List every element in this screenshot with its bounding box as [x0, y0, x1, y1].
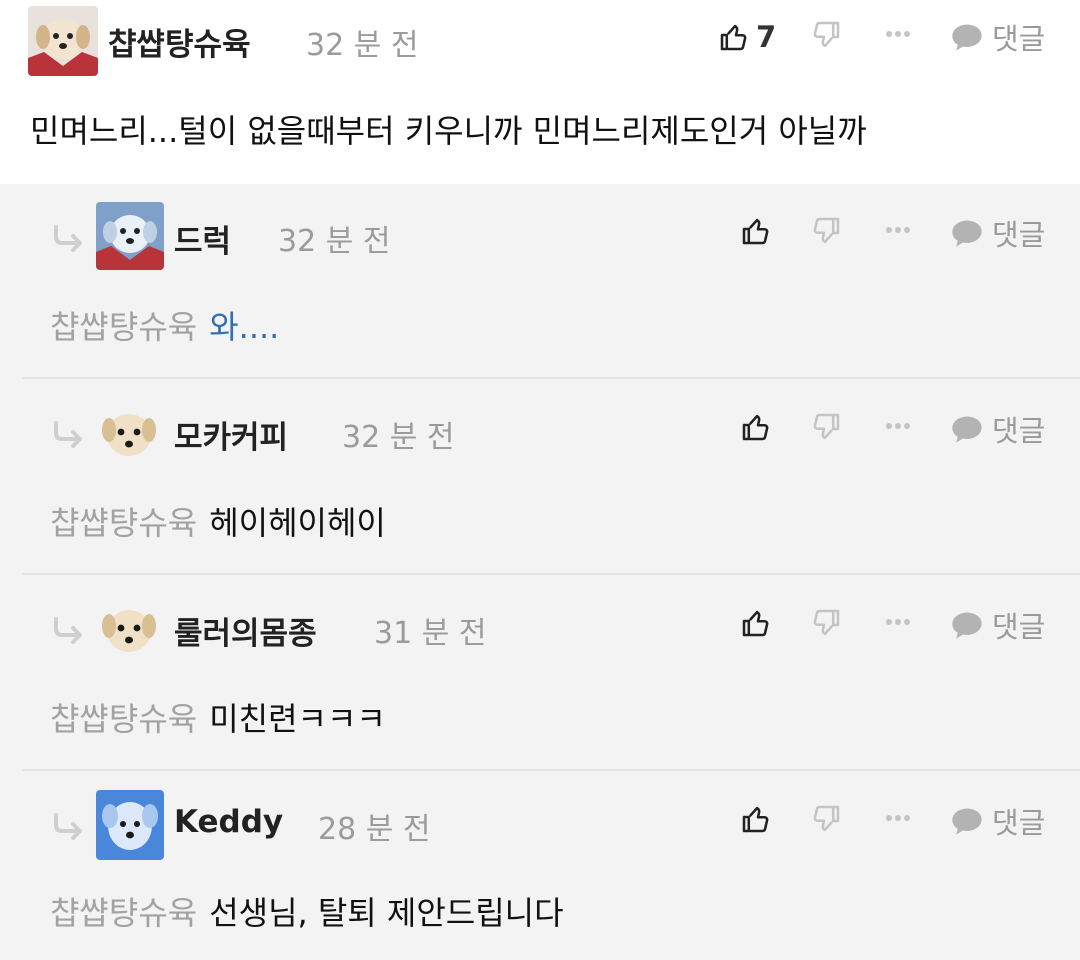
more-dots-icon: [886, 619, 910, 625]
dislike-button[interactable]: [810, 607, 842, 647]
like-button[interactable]: 7: [718, 17, 776, 57]
reply-content[interactable]: 와....: [209, 308, 279, 346]
reply-label: 댓글: [992, 414, 1046, 448]
like-button[interactable]: [740, 411, 772, 451]
more-dots-icon: [886, 423, 910, 429]
timestamp: 28 분 전: [318, 812, 431, 847]
thumbs-up-icon: [740, 803, 772, 835]
reply-item: 드럭 32 분 전 댓글 챱썁턍슈육 와....: [0, 196, 1080, 346]
reply-button[interactable]: 댓글: [950, 409, 1045, 449]
thumbs-down-icon: [810, 215, 842, 247]
more-button[interactable]: [884, 416, 912, 456]
username[interactable]: 룰러의몸종: [174, 608, 317, 653]
like-button[interactable]: [740, 607, 772, 647]
mention[interactable]: 챱썁턍슈육: [50, 894, 197, 932]
thumbs-down-icon: [810, 607, 842, 639]
reply-button[interactable]: 댓글: [950, 605, 1045, 645]
reply-label: 댓글: [992, 22, 1046, 56]
reply-arrow-icon: [52, 420, 86, 448]
reply-text: 챱썁턍슈육 헤이헤이헤이: [50, 498, 386, 544]
thumbs-up-icon: [718, 21, 750, 53]
speech-bubble-icon: [950, 413, 984, 445]
dislike-button[interactable]: [810, 215, 842, 255]
timestamp: 31 분 전: [374, 616, 487, 651]
thumbs-up-icon: [740, 607, 772, 639]
more-button[interactable]: [884, 220, 912, 260]
more-button[interactable]: [884, 24, 912, 64]
more-button[interactable]: [884, 808, 912, 848]
more-dots-icon: [886, 227, 910, 233]
comment-text: 민며느리...털이 없을때부터 키우니까 민며느리제도인거 아닐까: [30, 112, 867, 150]
reply-content: 헤이헤이헤이: [209, 504, 386, 542]
reply-item: 룰러의몸종 31 분 전 댓글 챱썁턍슈육 미친련ㅋㅋㅋ: [0, 588, 1080, 738]
reply-label: 댓글: [992, 218, 1046, 252]
speech-bubble-icon: [950, 217, 984, 249]
avatar[interactable]: [98, 598, 160, 660]
reply-content: 미친련ㅋㅋㅋ: [209, 700, 386, 738]
thumbs-down-icon: [810, 19, 842, 51]
dislike-button[interactable]: [810, 803, 842, 843]
speech-bubble-icon: [950, 805, 984, 837]
timestamp: 32 분 전: [278, 224, 391, 259]
reply-item: 모카커피 32 분 전 댓글 챱썁턍슈육 헤이헤이헤이: [0, 392, 1080, 542]
dislike-button[interactable]: [810, 411, 842, 451]
divider: [22, 573, 1080, 575]
avatar[interactable]: [96, 202, 164, 270]
more-dots-icon: [886, 815, 910, 821]
avatar[interactable]: [96, 790, 164, 860]
mention[interactable]: 챱썁턍슈육: [50, 308, 197, 346]
username[interactable]: Keddy: [174, 804, 283, 840]
thumbs-up-icon: [740, 411, 772, 443]
reply-label: 댓글: [992, 806, 1046, 840]
reply-arrow-icon: [52, 224, 86, 252]
reply-text: 챱썁턍슈육 선생님, 탈퇴 제안드립니다: [50, 888, 564, 934]
reply-arrow-icon: [52, 616, 86, 644]
thumbs-up-icon: [740, 215, 772, 247]
speech-bubble-icon: [950, 609, 984, 641]
reply-button[interactable]: 댓글: [950, 213, 1045, 253]
like-count: 7: [756, 20, 777, 54]
divider: [22, 377, 1080, 379]
reply-arrow-icon: [52, 812, 86, 840]
reply-text: 챱썁턍슈육 미친련ㅋㅋㅋ: [50, 694, 386, 740]
reply-label: 댓글: [992, 610, 1046, 644]
reply-content: 선생님, 탈퇴 제안드립니다: [209, 894, 564, 932]
timestamp: 32 분 전: [342, 420, 455, 455]
reply-button[interactable]: 댓글: [950, 801, 1045, 841]
reply-text: 챱썁턍슈육 와....: [50, 302, 279, 348]
timestamp: 32 분 전: [306, 28, 419, 63]
reply-button[interactable]: 댓글: [950, 17, 1045, 57]
like-button[interactable]: [740, 803, 772, 843]
mention[interactable]: 챱썁턍슈육: [50, 700, 197, 738]
reply-item: Keddy 28 분 전 댓글 챱썁턍슈육 선생님, 탈퇴 제안드립니다: [0, 784, 1080, 932]
username[interactable]: 드럭: [174, 216, 231, 261]
comment-item: 챱썁턍슈육 32 분 전 7 댓글 민며느리...털이 없을때부터 키우니까 민…: [0, 0, 1080, 150]
divider: [22, 769, 1080, 771]
avatar[interactable]: [98, 402, 160, 464]
more-dots-icon: [886, 31, 910, 37]
thumbs-down-icon: [810, 411, 842, 443]
mention[interactable]: 챱썁턍슈육: [50, 504, 197, 542]
more-button[interactable]: [884, 612, 912, 652]
username[interactable]: 챱썁턍슈육: [108, 19, 251, 64]
dislike-button[interactable]: [810, 19, 842, 59]
thumbs-down-icon: [810, 803, 842, 835]
avatar[interactable]: [28, 6, 98, 76]
like-button[interactable]: [740, 215, 772, 255]
username[interactable]: 모카커피: [174, 412, 288, 457]
speech-bubble-icon: [950, 21, 984, 53]
